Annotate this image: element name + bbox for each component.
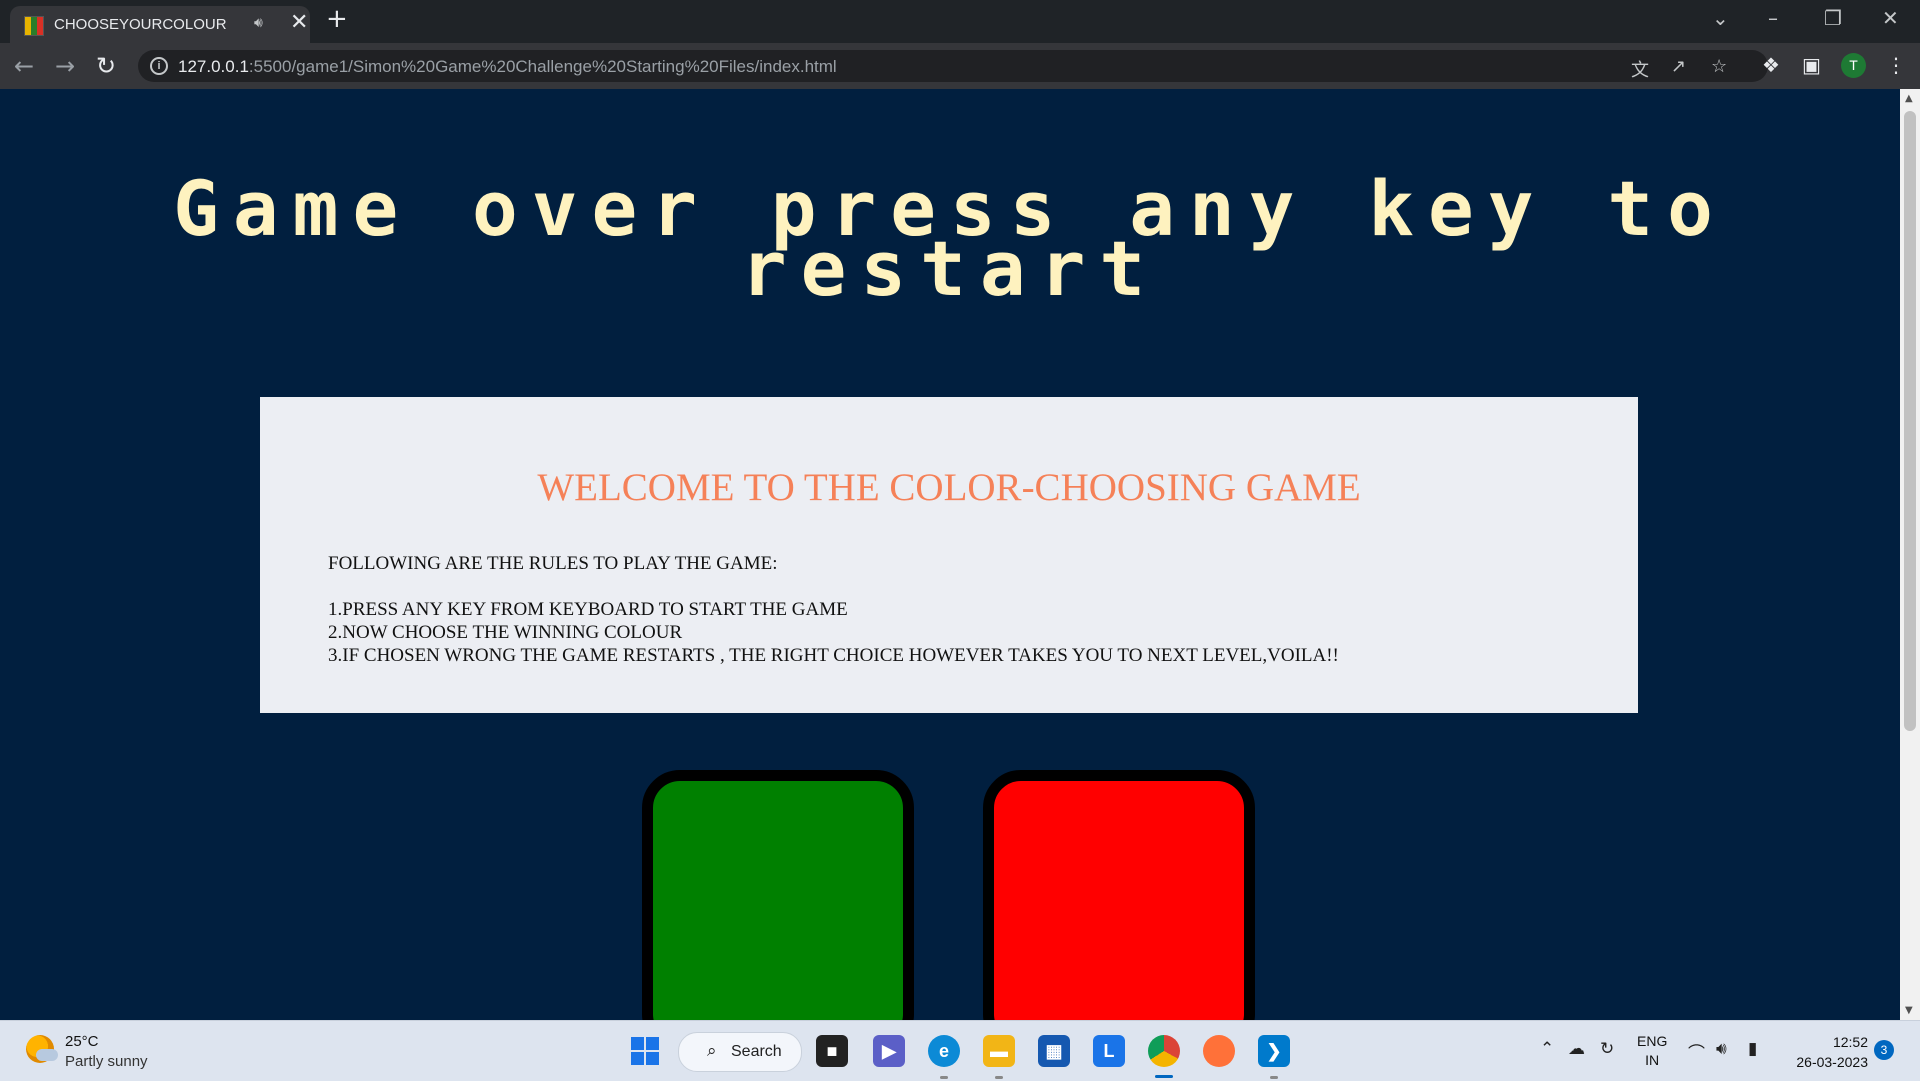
search-icon: ⌕ [707, 1041, 717, 1061]
windows-taskbar: 25°C Partly sunny ⌕ Search ■ ▶ e ▬ ▦ L ❯… [0, 1020, 1920, 1081]
extensions-icon[interactable]: ❖ [1762, 53, 1780, 77]
onedrive-icon[interactable]: ☁ [1568, 1039, 1585, 1059]
menu-icon[interactable]: ⋮ [1886, 53, 1906, 77]
app-l-icon[interactable]: L [1093, 1035, 1125, 1067]
translate-icon[interactable]: 文 [1631, 56, 1649, 82]
vscode-icon[interactable]: ❯ [1258, 1035, 1290, 1067]
browser-toolbar: ← → ↻ i 127.0.0.1:5500/game1/Simon%20Gam… [0, 43, 1920, 90]
side-panel-icon[interactable]: ▣ [1802, 53, 1821, 77]
taskbar-search[interactable]: ⌕ Search [678, 1032, 802, 1072]
rule-item: 3.IF CHOSEN WRONG THE GAME RESTARTS , TH… [328, 645, 1339, 666]
share-icon[interactable]: ↗ [1671, 56, 1686, 77]
profile-avatar[interactable]: T [1841, 53, 1866, 78]
weather-condition[interactable]: Partly sunny [65, 1053, 148, 1070]
scroll-up-icon[interactable]: ▲ [1905, 93, 1913, 104]
browser-tab[interactable]: CHOOSEYOURCOLOUR 🔊︎ ✕ [10, 6, 310, 43]
tab-strip: CHOOSEYOURCOLOUR 🔊︎ ✕ + ⌄ – ❐ ✕ [0, 0, 1920, 43]
task-view-icon[interactable]: ■ [816, 1035, 848, 1067]
site-info-icon[interactable]: i [150, 57, 168, 75]
green-button[interactable] [642, 770, 914, 1020]
search-label: Search [731, 1043, 782, 1060]
tab-search-icon[interactable]: ⌄ [1712, 6, 1729, 30]
vscode-running-indicator [1270, 1076, 1278, 1079]
rules-card: WELCOME TO THE COLOR-CHOOSING GAME FOLLO… [260, 397, 1638, 713]
battery-icon[interactable]: ▮ [1748, 1039, 1757, 1059]
scroll-thumb[interactable] [1904, 111, 1916, 731]
clock[interactable]: 12:52 26-03-2023 [1786, 1032, 1868, 1072]
scroll-down-icon[interactable]: ▼ [1905, 1005, 1913, 1016]
new-tab-icon[interactable]: + [326, 4, 348, 34]
rules-body: FOLLOWING ARE THE RULES TO PLAY THE GAME… [328, 552, 1339, 667]
minimize-icon[interactable]: – [1768, 6, 1778, 30]
url-text[interactable]: 127.0.0.1:5500/game1/Simon%20Game%20Chal… [178, 57, 837, 77]
sync-icon[interactable]: ↻ [1600, 1039, 1614, 1059]
address-bar[interactable]: i 127.0.0.1:5500/game1/Simon%20Game%20Ch… [138, 50, 1768, 82]
notification-badge[interactable]: 3 [1874, 1040, 1894, 1060]
reload-icon[interactable]: ↻ [96, 52, 116, 80]
rule-item: 2.NOW CHOOSE THE WINNING COLOUR [328, 622, 683, 643]
explorer-running-indicator [995, 1076, 1003, 1079]
forward-icon[interactable]: → [55, 52, 75, 80]
volume-icon[interactable]: 🔊︎ [1716, 1039, 1727, 1059]
level-title: Game over press any key to restart [173, 164, 1727, 313]
red-button[interactable] [983, 770, 1255, 1020]
back-icon[interactable]: ← [14, 52, 34, 80]
page-scrollbar[interactable]: ▲ ▼ [1900, 89, 1920, 1020]
wifi-icon[interactable]: ⌒ [1688, 1039, 1705, 1064]
teams-chat-icon[interactable]: ▶ [873, 1035, 905, 1067]
rules-heading: WELCOME TO THE COLOR-CHOOSING GAME [537, 466, 1361, 509]
show-hidden-icons-icon[interactable]: ⌃ [1540, 1039, 1554, 1059]
rule-item: 1.PRESS ANY KEY FROM KEYBOARD TO START T… [328, 599, 848, 620]
edge-running-indicator [940, 1076, 948, 1079]
page-content: Game over press any key to restart WELCO… [0, 89, 1900, 1020]
edge-icon[interactable]: e [928, 1035, 960, 1067]
file-explorer-icon[interactable]: ▬ [983, 1035, 1015, 1067]
language-indicator[interactable]: ENG IN [1637, 1032, 1667, 1070]
tab-close-icon[interactable]: ✕ [290, 10, 308, 35]
audio-playing-icon[interactable]: 🔊︎ [254, 15, 263, 31]
chrome-icon[interactable] [1148, 1035, 1180, 1067]
favicon-icon [24, 16, 44, 36]
chrome-active-indicator [1155, 1075, 1173, 1078]
weather-icon[interactable] [26, 1035, 58, 1063]
close-window-icon[interactable]: ✕ [1882, 6, 1899, 30]
tab-title: CHOOSEYOURCOLOUR [54, 16, 227, 33]
restore-icon[interactable]: ❐ [1824, 6, 1842, 30]
weather-temperature[interactable]: 25°C [65, 1033, 99, 1050]
bookmark-star-icon[interactable]: ☆ [1711, 56, 1727, 77]
start-icon[interactable] [631, 1037, 659, 1065]
firefox-icon[interactable] [1203, 1035, 1235, 1067]
rules-intro: FOLLOWING ARE THE RULES TO PLAY THE GAME… [328, 553, 778, 574]
store-icon[interactable]: ▦ [1038, 1035, 1070, 1067]
